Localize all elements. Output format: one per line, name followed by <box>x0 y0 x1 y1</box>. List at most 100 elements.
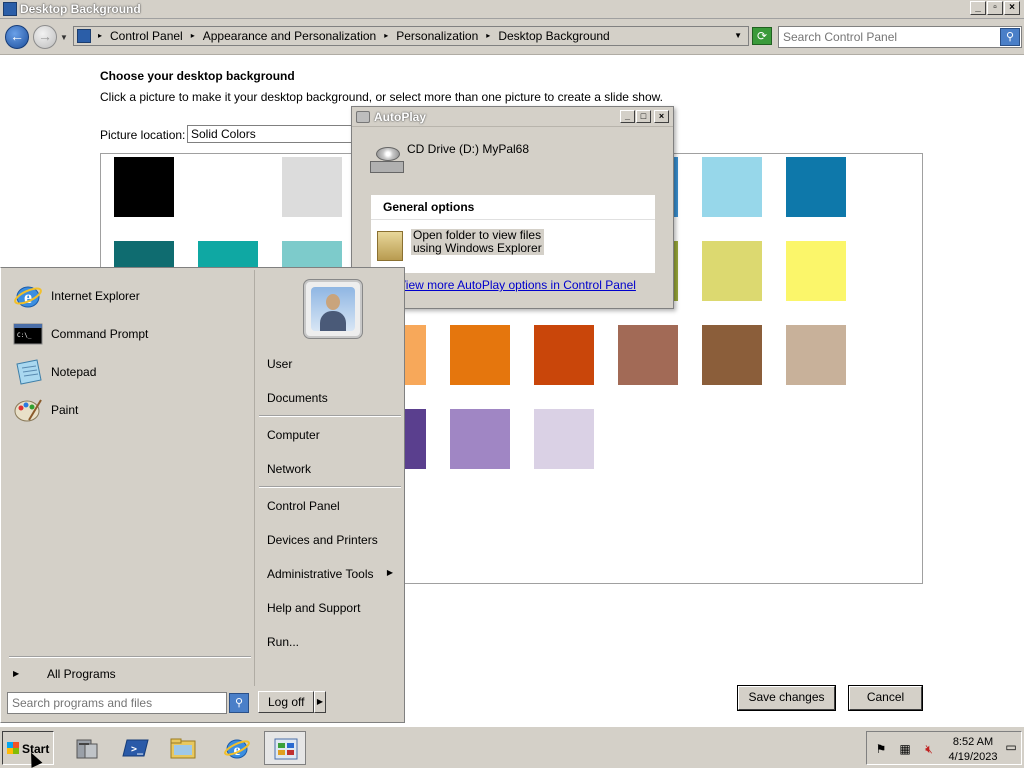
autoplay-title-bar[interactable]: AutoPlay _ □ × <box>352 107 673 127</box>
color-swatch[interactable] <box>786 157 846 217</box>
chevron-right-icon[interactable]: ▸ <box>482 29 494 43</box>
taskbar-powershell[interactable]: >_ <box>115 731 157 765</box>
page-heading: Choose your desktop background <box>100 69 295 83</box>
autoplay-icon <box>356 111 370 123</box>
admin-tools-label: Administrative Tools <box>267 567 374 581</box>
crumb-desktop-background[interactable]: Desktop Background <box>494 29 613 43</box>
color-swatch[interactable] <box>702 157 762 217</box>
start-right-admin-tools[interactable]: Administrative Tools ▶ <box>267 567 399 587</box>
internet-explorer-icon: e <box>13 282 43 310</box>
separator <box>259 415 401 417</box>
start-right-devices-printers[interactable]: Devices and Printers <box>267 533 399 553</box>
restore-button[interactable]: ▫ <box>987 1 1003 15</box>
start-search-input[interactable] <box>12 695 212 711</box>
start-right-documents[interactable]: Documents <box>267 391 399 411</box>
powershell-icon: >_ <box>122 739 149 757</box>
shutdown-options-arrow[interactable]: ▶ <box>314 691 326 713</box>
option-line-2: using Windows Explorer <box>413 241 542 255</box>
search-control-panel[interactable]: ⚲ <box>778 26 1022 48</box>
autoplay-maximize-button[interactable]: □ <box>636 110 651 123</box>
color-swatch[interactable] <box>702 241 762 301</box>
volume-muted-icon[interactable]: 🔇︎ <box>921 742 937 756</box>
color-swatch[interactable] <box>198 157 258 217</box>
address-box[interactable]: ▸ Control Panel ▸ Appearance and Persona… <box>73 26 749 46</box>
user-avatar[interactable] <box>304 280 362 338</box>
breadcrumb: ▸ Control Panel ▸ Appearance and Persona… <box>94 29 614 43</box>
control-panel-icon <box>77 29 91 43</box>
color-swatch[interactable] <box>534 325 594 385</box>
clock[interactable]: 8:52 AM 4/19/2023 <box>943 735 1003 765</box>
crumb-control-panel[interactable]: Control Panel <box>106 29 187 43</box>
start-menu-programs: e Internet Explorer C:\_ Command Prompt … <box>3 270 255 686</box>
forward-button[interactable]: → <box>33 25 57 49</box>
command-prompt-icon: C:\_ <box>13 320 43 348</box>
triangle-right-icon: ▶ <box>386 568 393 577</box>
start-right-run[interactable]: Run... <box>267 635 399 655</box>
cancel-button[interactable]: Cancel <box>848 685 923 711</box>
color-swatch[interactable] <box>114 157 174 217</box>
start-menu-places: User Documents Computer Network Control … <box>257 270 403 686</box>
save-changes-button[interactable]: Save changes <box>737 685 836 711</box>
back-button[interactable]: ← <box>5 25 29 49</box>
notepad-icon <box>13 358 43 386</box>
start-right-computer[interactable]: Computer <box>267 428 399 448</box>
show-desktop-icon[interactable]: ▭ <box>1003 740 1019 754</box>
server-manager-icon <box>76 739 98 759</box>
crumb-appearance[interactable]: Appearance and Personalization <box>199 29 380 43</box>
history-dropdown[interactable]: ▼ <box>60 33 68 42</box>
start-item-paint[interactable]: Paint <box>11 392 247 428</box>
color-swatch[interactable] <box>786 241 846 301</box>
refresh-button[interactable]: ⟳ <box>752 27 772 45</box>
open-folder-option[interactable]: Open folder to view files using Windows … <box>411 229 544 255</box>
address-dropdown-icon[interactable]: ▼ <box>734 31 742 40</box>
start-item-command-prompt[interactable]: C:\_ Command Prompt <box>11 316 247 352</box>
log-off-button[interactable]: Log off <box>258 691 314 713</box>
desktop-background-icon <box>3 2 17 16</box>
chevron-right-icon[interactable]: ▸ <box>94 29 106 43</box>
search-icon[interactable]: ⚲ <box>1000 28 1020 46</box>
svg-text:C:\_: C:\_ <box>17 332 32 339</box>
color-swatch[interactable] <box>534 409 594 469</box>
color-swatch[interactable] <box>702 325 762 385</box>
chevron-right-icon[interactable]: ▸ <box>380 29 392 43</box>
control-panel-icon <box>274 738 298 760</box>
taskbar-internet-explorer[interactable]: e <box>216 731 258 765</box>
color-swatch[interactable] <box>450 325 510 385</box>
network-icon[interactable]: ▦ <box>897 742 913 756</box>
color-swatch[interactable] <box>618 325 678 385</box>
general-options-header: General options <box>383 200 475 214</box>
folder-icon <box>377 231 403 261</box>
start-search-box[interactable] <box>7 692 227 714</box>
svg-text:>_: >_ <box>131 744 144 755</box>
close-button[interactable]: × <box>1004 1 1020 15</box>
autoplay-minimize-button[interactable]: _ <box>620 110 635 123</box>
color-swatch[interactable] <box>282 157 342 217</box>
minimize-button[interactable]: _ <box>970 1 986 15</box>
action-center-flag-icon[interactable]: ⚑ <box>873 742 889 756</box>
start-item-label: Notepad <box>51 365 97 379</box>
start-item-notepad[interactable]: Notepad <box>11 354 247 390</box>
search-icon[interactable]: ⚲ <box>229 693 249 713</box>
chevron-right-icon[interactable]: ▸ <box>187 29 199 43</box>
start-right-help-support[interactable]: Help and Support <box>267 601 399 621</box>
autoplay-close-button[interactable]: × <box>654 110 669 123</box>
autoplay-title: AutoPlay <box>374 110 427 124</box>
autoplay-options-link[interactable]: View more AutoPlay options in Control Pa… <box>398 278 636 292</box>
start-right-control-panel[interactable]: Control Panel <box>267 499 399 519</box>
title-bar: Desktop Background _ ▫ × <box>0 0 1024 19</box>
start-right-network[interactable]: Network <box>267 462 399 482</box>
taskbar-server-manager[interactable] <box>66 731 108 765</box>
separator <box>9 656 251 658</box>
start-item-label: Paint <box>51 403 79 417</box>
picture-location-select[interactable]: Solid Colors <box>187 125 357 143</box>
taskbar-windows-explorer[interactable] <box>162 731 204 765</box>
start-item-internet-explorer[interactable]: e Internet Explorer <box>11 278 247 314</box>
start-right-user[interactable]: User <box>267 357 399 377</box>
crumb-personalization[interactable]: Personalization <box>392 29 482 43</box>
search-input[interactable] <box>783 29 993 45</box>
color-swatch[interactable] <box>786 325 846 385</box>
taskbar-control-panel[interactable] <box>264 731 306 765</box>
window-title: Desktop Background <box>20 2 141 16</box>
color-swatch[interactable] <box>450 409 510 469</box>
all-programs-label: All Programs <box>47 667 116 681</box>
